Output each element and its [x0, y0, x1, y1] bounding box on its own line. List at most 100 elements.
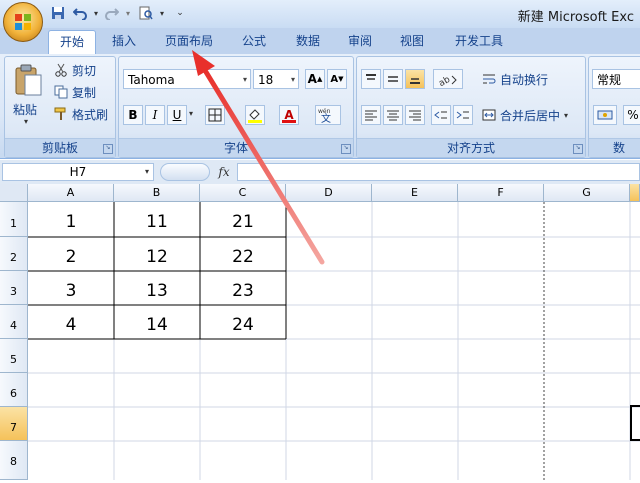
font-size-select[interactable]: 18 ▾ [253, 69, 299, 89]
font-size-dropdown-icon: ▾ [290, 75, 295, 84]
cell-b2[interactable]: 12 [114, 237, 200, 271]
column-header-h[interactable] [630, 184, 640, 202]
align-bottom-icon[interactable] [405, 69, 425, 89]
paintbrush-icon [53, 106, 69, 122]
format-painter-button[interactable]: 格式刷 [53, 104, 108, 124]
cell-c1[interactable]: 21 [200, 202, 286, 237]
accounting-format-icon[interactable] [593, 105, 617, 125]
tab-developer[interactable]: 开发工具 [444, 30, 514, 52]
number-format-select[interactable]: 常规 [592, 69, 640, 89]
cell-b3[interactable]: 13 [114, 271, 200, 305]
wrap-text-button[interactable]: 自动换行 [481, 69, 548, 89]
row-header[interactable]: 3 [0, 271, 28, 305]
italic-button[interactable]: I [145, 105, 165, 125]
redo-icon[interactable] [104, 5, 120, 21]
decrease-indent-icon[interactable] [431, 105, 451, 125]
customize-qat-icon[interactable]: ⌄ [172, 5, 188, 21]
cell-a2[interactable]: 2 [28, 237, 114, 271]
merge-cells-icon [481, 107, 497, 123]
print-dropdown-icon[interactable]: ▾ [154, 5, 170, 21]
column-header[interactable]: A [28, 184, 114, 202]
cut-button[interactable]: 剪切 [53, 60, 96, 80]
align-right-icon[interactable] [405, 105, 425, 125]
font-size-value: 18 [258, 73, 274, 87]
wrap-text-label: 自动换行 [500, 72, 549, 87]
underline-dropdown-icon[interactable]: ▾ [189, 109, 193, 118]
font-launcher-icon[interactable]: ↘ [341, 144, 351, 154]
row-header[interactable]: 7 [0, 407, 28, 441]
underline-button[interactable]: U [167, 105, 187, 125]
cell-c4[interactable]: 24 [200, 305, 286, 339]
fill-color-icon[interactable] [245, 105, 265, 125]
window-title: 新建 Microsoft Exc [517, 10, 634, 25]
wrap-text-icon [481, 71, 497, 87]
increase-indent-icon[interactable] [453, 105, 473, 125]
column-header[interactable]: D [286, 184, 372, 202]
formula-input[interactable] [237, 163, 640, 181]
column-header[interactable]: B [114, 184, 200, 202]
align-middle-icon[interactable] [383, 69, 403, 89]
name-box[interactable]: H7 ▾ [2, 163, 154, 181]
office-logo-icon [15, 14, 31, 30]
row-header[interactable]: 8 [0, 441, 28, 480]
clipboard-group-label: 剪贴板 [5, 138, 115, 157]
print-preview-icon[interactable] [138, 5, 154, 21]
cell-a1[interactable]: 1 [28, 202, 114, 237]
office-button[interactable] [3, 2, 43, 42]
svg-text:ab: ab [438, 75, 452, 86]
align-top-icon[interactable] [361, 69, 381, 89]
tab-data[interactable]: 数据 [286, 30, 330, 52]
cell-b4[interactable]: 14 [114, 305, 200, 339]
row-header[interactable]: 6 [0, 373, 28, 407]
cell-c2[interactable]: 22 [200, 237, 286, 271]
row-header[interactable]: 2 [0, 237, 28, 271]
orientation-icon[interactable]: ab [433, 69, 463, 89]
font-group-label: 字体 [119, 138, 353, 157]
tab-view[interactable]: 视图 [390, 30, 434, 52]
tab-formulas[interactable]: 公式 [232, 30, 276, 52]
name-box-dropdown-icon: ▾ [144, 167, 149, 176]
tab-page-layout[interactable]: 页面布局 [156, 30, 222, 52]
column-header[interactable]: C [200, 184, 286, 202]
clipboard-launcher-icon[interactable]: ↘ [103, 144, 113, 154]
row-header[interactable]: 1 [0, 202, 28, 237]
undo-dropdown-icon[interactable]: ▾ [88, 5, 104, 21]
merge-dropdown-icon: ▾ [564, 110, 569, 120]
merge-center-button[interactable]: 合并后居中 ▾ [481, 105, 568, 125]
insert-function-icon[interactable]: fx [214, 163, 234, 181]
tab-insert[interactable]: 插入 [104, 30, 144, 52]
cell-c3[interactable]: 23 [200, 271, 286, 305]
copy-icon [53, 84, 69, 100]
column-header[interactable]: G [544, 184, 630, 202]
paste-button[interactable]: 粘贴 ▾ [11, 61, 45, 131]
cell-a4[interactable]: 4 [28, 305, 114, 339]
select-all-corner[interactable] [0, 184, 28, 202]
align-center-icon[interactable] [383, 105, 403, 125]
alignment-launcher-icon[interactable]: ↘ [573, 144, 583, 154]
row-header[interactable]: 4 [0, 305, 28, 339]
cell-a3[interactable]: 3 [28, 271, 114, 305]
row-header[interactable]: 5 [0, 339, 28, 373]
column-header[interactable]: E [372, 184, 458, 202]
alignment-group-label: 对齐方式 [357, 138, 585, 157]
copy-button[interactable]: 复制 [53, 82, 96, 102]
font-name-value: Tahoma [128, 73, 175, 87]
font-name-select[interactable]: Tahoma ▾ [123, 69, 251, 89]
save-icon[interactable] [50, 5, 66, 21]
tab-review[interactable]: 审阅 [338, 30, 382, 52]
name-box-value: H7 [69, 165, 87, 179]
align-left-icon[interactable] [361, 105, 381, 125]
tab-home[interactable]: 开始 [48, 30, 96, 55]
redo-dropdown-icon[interactable]: ▾ [120, 5, 136, 21]
undo-icon[interactable] [72, 5, 88, 21]
shrink-font-icon[interactable]: A ▼ [327, 69, 347, 89]
bold-button[interactable]: B [123, 105, 143, 125]
phonetic-guide-icon[interactable]: wén 文 [315, 105, 341, 125]
formula-bar-splitter[interactable] [160, 163, 210, 181]
cell-b1[interactable]: 11 [114, 202, 200, 237]
column-header[interactable]: F [458, 184, 544, 202]
borders-icon[interactable] [205, 105, 225, 125]
grow-font-icon[interactable]: A ▲ [305, 69, 325, 89]
font-color-icon[interactable]: A [279, 105, 299, 125]
percent-style-button[interactable]: % [623, 105, 640, 125]
